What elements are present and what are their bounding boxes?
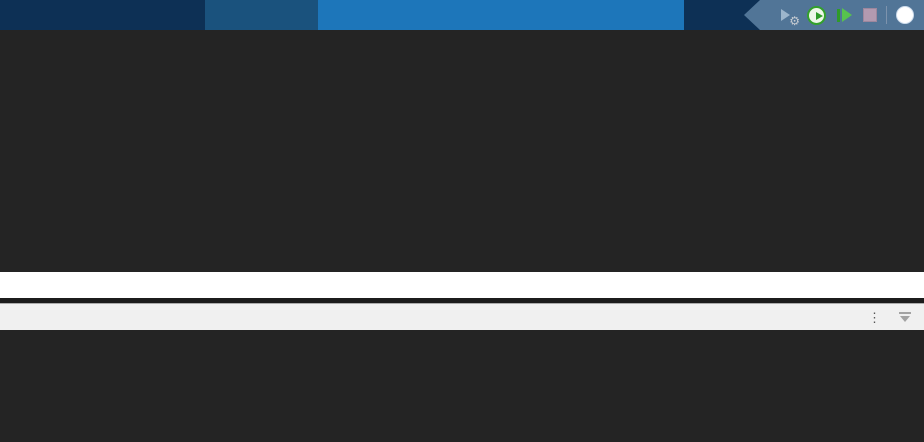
step-triangle-glyph xyxy=(842,8,852,22)
tab-spectrum[interactable] xyxy=(318,0,420,30)
tabbar-lead-space xyxy=(0,0,14,30)
gear-glyph: ⚙ xyxy=(789,14,800,28)
step-bar-glyph xyxy=(837,9,840,22)
harmonic-distortion-title xyxy=(0,272,924,298)
dock-icon-triangle xyxy=(900,316,910,322)
dock-icon-line xyxy=(899,312,911,314)
step-forward-icon[interactable] xyxy=(835,6,854,25)
kebab-menu-icon[interactable]: ⋮ xyxy=(865,311,884,324)
tab-spectral-mask[interactable] xyxy=(420,0,532,30)
dock-icon[interactable] xyxy=(898,311,912,323)
toolbar-separator xyxy=(886,6,887,24)
tab-channel-measurements[interactable] xyxy=(532,0,684,30)
spectrum-plot-canvas[interactable] xyxy=(0,30,924,272)
tab-estimation[interactable] xyxy=(98,0,205,30)
tab-measurements[interactable] xyxy=(205,0,318,30)
measurements-subtab-group xyxy=(318,0,684,30)
run-with-settings-icon[interactable]: ⚙ xyxy=(779,6,798,25)
stop-icon[interactable] xyxy=(863,8,877,22)
status-bar: ⋮ xyxy=(0,303,924,330)
tab-scope[interactable] xyxy=(14,0,98,30)
toolstrip-tab-bar: ⚙ xyxy=(0,0,924,30)
playback-toolbar: ⚙ xyxy=(744,0,924,30)
run-icon[interactable] xyxy=(807,6,826,25)
tabbar-spacer xyxy=(684,0,744,30)
help-icon[interactable] xyxy=(896,6,914,24)
